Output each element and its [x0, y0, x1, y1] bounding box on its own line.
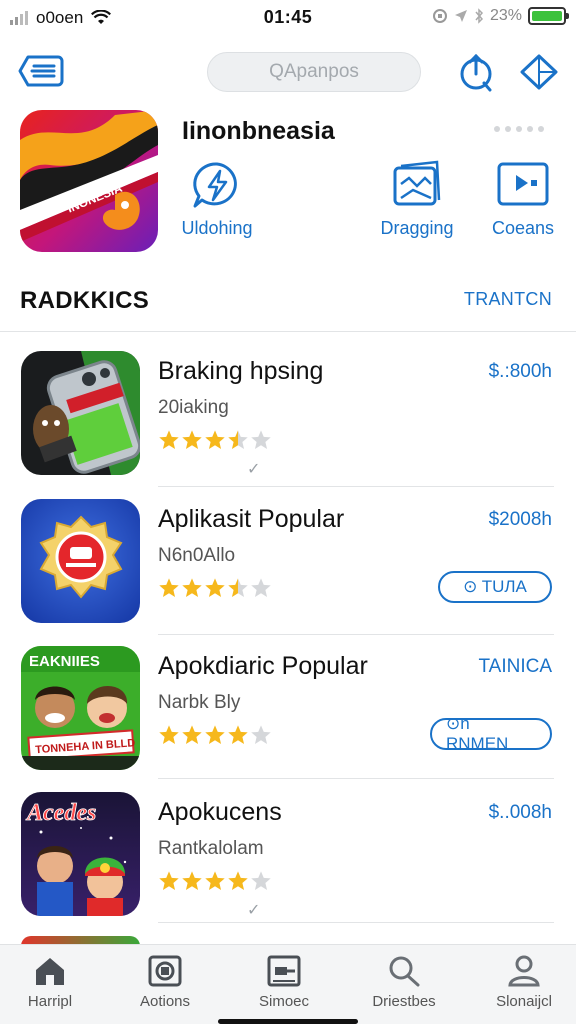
tab-label: Aotions: [139, 993, 191, 1010]
tab-label: Simoec: [258, 993, 310, 1010]
divider: [158, 634, 554, 635]
app-name: Apokucens: [158, 798, 282, 826]
section-see-all-link[interactable]: TRANTCN: [464, 289, 552, 310]
divider: [0, 331, 576, 332]
tab-search[interactable]: Driestbes: [354, 955, 454, 1010]
list-item[interactable]: Braking hpsing 20iaking ✓ $.:800h: [0, 351, 576, 497]
checkmark-icon: ✓: [247, 902, 261, 919]
app-name: Braking hpsing: [158, 357, 324, 385]
app-icon: [21, 351, 140, 475]
category-oceans[interactable]: Coeans: [463, 160, 576, 239]
video-play-icon: [497, 162, 549, 206]
screen-icon: [267, 955, 301, 987]
category-label: Coeans: [491, 218, 555, 238]
icon-top-text: EAKNIIES: [29, 653, 100, 670]
app-name: Apokdiaric Popular: [158, 652, 368, 680]
app-name: Aplikasit Popular: [158, 505, 345, 533]
app-subtitle: Narbk Bly: [158, 692, 241, 713]
rating-stars: [158, 724, 272, 746]
more-dots-icon[interactable]: [494, 126, 544, 132]
app-price[interactable]: TAINICA: [478, 656, 552, 678]
rating-stars: [158, 577, 272, 599]
app-icon: EAKNIIES TONNEHA IN BLLD: [21, 646, 140, 770]
location-icon: [454, 10, 467, 22]
star-icon: [205, 430, 225, 449]
featured-app-icon[interactable]: INONESIA: [20, 110, 158, 252]
rotation-lock-icon: [432, 9, 447, 23]
star-icon: [251, 578, 271, 597]
tab-label: Driestbes: [372, 993, 436, 1010]
star-icon: [182, 871, 202, 890]
app-price[interactable]: $..008h: [489, 802, 552, 824]
star-icon: [228, 578, 248, 597]
section-title: RADKKICS: [20, 287, 150, 314]
search-input[interactable]: QApanpos: [207, 52, 421, 92]
tab-label: Harripl: [27, 993, 73, 1010]
navigate-diamond-icon[interactable]: [520, 54, 558, 90]
divider: [158, 778, 554, 779]
category-uploading[interactable]: Uldohing: [157, 160, 277, 239]
star-icon: [182, 725, 202, 744]
app-icon: Acedes: [21, 792, 140, 916]
app-price[interactable]: $.:800h: [489, 361, 552, 383]
search-icon: [389, 956, 420, 987]
icon-title-text: Acedes: [25, 800, 96, 826]
app-price[interactable]: $2008h: [489, 509, 552, 531]
tab-screen[interactable]: Simoec: [234, 955, 334, 1010]
star-icon: [251, 871, 271, 890]
home-indicator: [218, 1019, 358, 1024]
tab-bar: Harripl Aotions Simoec Driestbes Slonaij…: [0, 944, 576, 1024]
app-subtitle: N6n0Allo: [158, 545, 236, 566]
star-icon: [228, 725, 248, 744]
star-icon: [251, 430, 271, 449]
bolt-message-icon: [193, 162, 237, 208]
person-icon: [508, 955, 540, 987]
list-item[interactable]: EAKNIIES TONNEHA IN BLLD Apokdiaric Popu…: [0, 646, 576, 792]
star-icon: [159, 430, 179, 449]
category-label: Dragging: [380, 218, 454, 238]
star-icon: [228, 430, 248, 449]
star-icon: [182, 430, 202, 449]
app-subtitle: Rantkalolam: [158, 838, 264, 859]
top-nav: QApanpos: [0, 46, 576, 100]
open-button[interactable]: ⊙n RNMEN: [430, 714, 552, 753]
image-card-icon: [393, 160, 441, 206]
checkmark-icon: ✓: [247, 461, 261, 478]
featured-title: Iinonbneasia: [182, 117, 335, 145]
battery-percent: 23%: [489, 7, 522, 24]
rating-stars: [158, 429, 272, 451]
app-subtitle: 20iaking: [158, 397, 229, 418]
tab-label: Slonaijcl: [496, 993, 552, 1010]
share-icon[interactable]: [458, 52, 494, 92]
category-dragging[interactable]: Dragging: [357, 160, 477, 239]
home-icon: [36, 958, 64, 985]
list-item[interactable]: Aplikasit Popular N6n0Allo $2008h ⊙ TUЛA: [0, 499, 576, 645]
divider: [158, 486, 554, 487]
bluetooth-icon: [475, 8, 483, 24]
tab-home[interactable]: Harripl: [0, 955, 100, 1010]
tab-profile[interactable]: Slonaijcl: [474, 955, 574, 1010]
star-icon: [182, 578, 202, 597]
star-icon: [205, 578, 225, 597]
star-icon: [159, 871, 179, 890]
rating-stars: [158, 870, 272, 892]
battery-icon: [528, 7, 569, 25]
star-icon: [205, 725, 225, 744]
star-icon: [228, 871, 248, 890]
get-button[interactable]: ⊙ TUЛA: [438, 571, 552, 603]
app-square-icon: [148, 955, 182, 987]
category-label: Uldohing: [181, 218, 253, 238]
back-menu-icon[interactable]: [18, 54, 64, 88]
divider: [158, 922, 554, 923]
app-icon: [21, 499, 140, 623]
tab-actions[interactable]: Aotions: [115, 955, 215, 1010]
star-icon: [159, 578, 179, 597]
star-icon: [205, 871, 225, 890]
list-item[interactable]: Acedes Apokucens Rantkalolam ✓ $..008h: [0, 792, 576, 938]
star-icon: [159, 725, 179, 744]
status-bar: o0oen 01:45 23%: [0, 0, 576, 36]
star-icon: [251, 725, 271, 744]
